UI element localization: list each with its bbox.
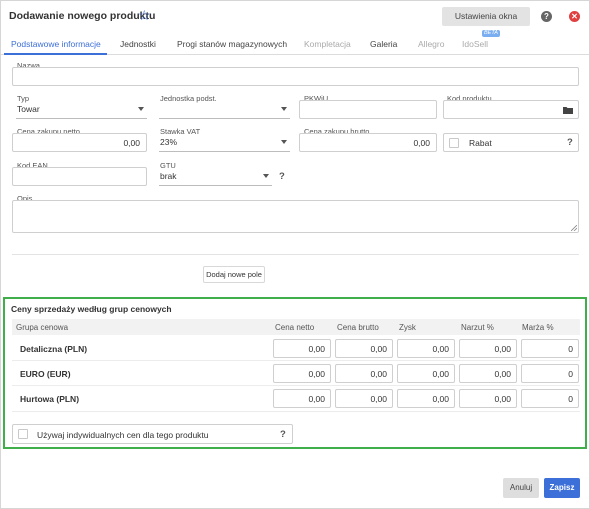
resize-handle-icon[interactable] <box>571 225 577 231</box>
individual-prices-label: Używaj indywidualnych cen dla tego produ… <box>37 430 209 440</box>
star-icon[interactable]: ☆ <box>138 7 151 24</box>
tab-gallery[interactable]: Galeria <box>370 39 397 49</box>
question-icon[interactable]: ? <box>279 171 285 182</box>
pkwiu-input[interactable] <box>299 100 437 119</box>
margin-input[interactable]: 0 <box>521 364 579 383</box>
ean-input[interactable] <box>12 167 147 186</box>
net-price-input[interactable]: 0,00 <box>273 339 331 358</box>
price-group-name: Hurtowa (PLN) <box>20 394 80 404</box>
profit-input[interactable]: 0,00 <box>397 389 455 408</box>
unit-select[interactable] <box>159 100 290 119</box>
help-icon[interactable]: ? <box>541 11 552 22</box>
net-price-input[interactable]: 0,00 <box>273 364 331 383</box>
vat-select[interactable]: 23% <box>159 133 290 152</box>
dialog-title: Dodawanie nowego produktu <box>9 10 156 22</box>
question-icon[interactable]: ? <box>567 137 573 148</box>
net-price-input[interactable]: 0,00 <box>273 389 331 408</box>
gross-price-input[interactable]: 0,00 <box>335 364 393 383</box>
individual-prices-field: Używaj indywidualnych cen dla tego produ… <box>12 424 293 444</box>
margin-input[interactable]: 0 <box>521 389 579 408</box>
column-header: Cena netto <box>275 323 315 332</box>
row-divider <box>12 360 580 361</box>
discount-checkbox[interactable] <box>449 138 459 148</box>
dialog-header: Dodawanie nowego produktu ☆ Ustawienia o… <box>1 1 589 31</box>
row-divider <box>12 385 580 386</box>
discount-label: Rabat <box>469 138 492 148</box>
gross-price-input[interactable]: 0,00 <box>335 339 393 358</box>
column-header: Grupa cenowa <box>16 323 69 332</box>
chevron-down-icon <box>138 107 144 111</box>
tab-kitting[interactable]: Kompletacja <box>304 39 351 49</box>
tab-stock-thresholds[interactable]: Progi stanów magazynowych <box>177 39 287 49</box>
tab-units[interactable]: Jednostki <box>120 39 156 49</box>
profit-input[interactable]: 0,00 <box>397 339 455 358</box>
active-tab-indicator <box>4 53 107 55</box>
column-header: Cena brutto <box>337 323 379 332</box>
folder-icon[interactable] <box>563 106 573 114</box>
profit-input[interactable]: 0,00 <box>397 364 455 383</box>
window-settings-button[interactable]: Ustawienia okna <box>442 7 530 26</box>
gross-price-input[interactable]: 0,00 <box>335 389 393 408</box>
column-header: Zysk <box>399 323 416 332</box>
margin-input[interactable]: 0 <box>521 339 579 358</box>
chevron-down-icon <box>263 174 269 178</box>
row-divider <box>12 411 580 412</box>
purchase-gross-input[interactable]: 0,00 <box>299 133 437 152</box>
purchase-net-input[interactable]: 0,00 <box>12 133 147 152</box>
markup-input[interactable]: 0,00 <box>459 364 517 383</box>
cancel-button[interactable]: Anuluj <box>503 478 539 498</box>
save-button[interactable]: Zapisz <box>544 478 580 498</box>
description-textarea[interactable] <box>12 200 579 233</box>
chevron-down-icon <box>281 107 287 111</box>
name-input[interactable] <box>12 67 579 86</box>
price-groups-title: Ceny sprzedaży według grup cenowych <box>11 304 172 314</box>
column-header: Marża % <box>522 323 554 332</box>
price-group-name: Detaliczna (PLN) <box>20 344 88 354</box>
markup-input[interactable]: 0,00 <box>459 339 517 358</box>
chevron-down-icon <box>281 140 287 144</box>
beta-badge: BETA <box>482 30 500 37</box>
question-icon[interactable]: ? <box>280 429 286 440</box>
divider <box>12 254 579 255</box>
add-field-button[interactable]: Dodaj nowe pole <box>203 266 265 283</box>
individual-prices-checkbox[interactable] <box>18 429 28 439</box>
tab-bar: Podstawowe informacje Jednostki Progi st… <box>1 31 589 55</box>
price-group-name: EURO (EUR) <box>20 369 71 379</box>
close-icon[interactable]: ✕ <box>569 11 580 22</box>
product-code-input[interactable] <box>443 100 579 119</box>
tab-basic-info[interactable]: Podstawowe informacje <box>11 39 101 49</box>
discount-field: Rabat ? <box>443 133 579 152</box>
gtu-select[interactable]: brak <box>159 167 272 186</box>
markup-input[interactable]: 0,00 <box>459 389 517 408</box>
column-header: Narzut % <box>461 323 494 332</box>
type-select[interactable]: Towar <box>16 100 147 119</box>
tab-allegro[interactable]: Allegro <box>418 39 444 49</box>
product-dialog: Dodawanie nowego produktu ☆ Ustawienia o… <box>0 0 590 509</box>
tab-idosell[interactable]: IdoSell <box>462 39 488 49</box>
